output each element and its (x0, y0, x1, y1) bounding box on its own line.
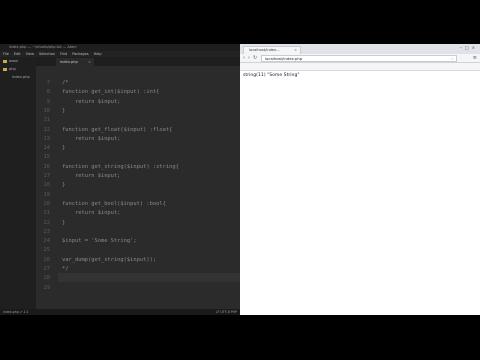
bookmarks-bar: AppsYouTubeGmailMy BookmarksFacebookTwit… (240, 63, 480, 71)
code-line: } (62, 107, 66, 114)
folder-icon (3, 67, 7, 71)
code-line: return $input; (62, 98, 121, 105)
address-bar[interactable]: localhost/index.php ☆ (261, 55, 457, 62)
browser-window: localhost/index... × –□× ‹ › ↻ localhost… (240, 44, 480, 315)
menu-item-packages[interactable]: Packages (72, 52, 88, 56)
line-number: 21 (43, 210, 51, 217)
line-number: 29 (43, 284, 51, 291)
status-cursor: 1:1 (23, 310, 29, 314)
close-tab-icon[interactable]: × (294, 47, 297, 54)
status-encoding: LF UTF-8 PHP (215, 310, 237, 314)
reload-icon[interactable]: ↻ (253, 55, 257, 62)
line-number: 22 (43, 219, 51, 226)
code-line: var_dump(get_string($input)); (62, 256, 157, 263)
code-line: return $input; (62, 173, 121, 179)
editor-titlebar: index.php — ~/vhosts/php-tut — Atom (0, 44, 240, 51)
forward-icon[interactable]: › (248, 55, 250, 62)
menu-item-find[interactable]: Find (60, 52, 67, 56)
tree-item-file[interactable]: index.php (0, 73, 36, 81)
check-icon: ✔ (19, 310, 23, 314)
line-number: 13 (43, 135, 51, 142)
code-line: function get_float($input) :float{ (62, 126, 173, 133)
code-editor-window: index.php — ~/vhosts/php-tut — Atom File… (0, 44, 240, 315)
line-number: 10 (43, 107, 51, 114)
maximize-icon[interactable]: □ (465, 45, 472, 50)
close-icon[interactable]: × (88, 58, 91, 66)
page-content: string(11) "Some String" (240, 71, 480, 315)
menu-item-help[interactable]: Help (94, 52, 102, 56)
code-line: $input = 'Some String'; (62, 238, 137, 245)
close-window-icon[interactable]: × (472, 45, 478, 50)
line-number: 20 (43, 200, 51, 207)
line-number: 14 (43, 145, 51, 152)
status-bar: index.php ✔ 1:1 LF UTF-8 PHP (0, 309, 240, 315)
code-line: function get_int($input) :int{ (62, 89, 160, 96)
line-number: 19 (43, 191, 51, 198)
line-number: 28 (43, 275, 51, 282)
editor-tabbar: index.php × (36, 57, 240, 66)
address-bar-url: localhost/index.php (265, 56, 303, 61)
code-line: } (62, 219, 66, 226)
menu-item-selection[interactable]: Selection (39, 52, 55, 56)
star-icon[interactable]: ☆ (451, 56, 454, 61)
line-number: 18 (43, 182, 51, 189)
line-number: 23 (43, 228, 51, 235)
editor-title: index.php — ~/vhosts/php-tut — Atom (9, 45, 77, 49)
current-line-highlight (58, 273, 240, 283)
browser-tabstrip: localhost/index... × –□× (240, 44, 480, 54)
browser-toolbar: ‹ › ↻ localhost/index.php ☆ ≡ (240, 54, 480, 63)
line-number: 27 (43, 266, 51, 272)
code-line: function get_bool($input) :bool{ (62, 200, 166, 207)
line-number: 17 (43, 173, 51, 179)
line-number: 11 (43, 117, 51, 124)
code-line: return $input; (62, 135, 121, 142)
back-icon[interactable]: ‹ (243, 55, 245, 62)
code-line: } (62, 145, 66, 152)
code-line: */ (62, 266, 69, 272)
line-number: 8 (46, 89, 50, 96)
tree-view: www php index.php (0, 57, 36, 309)
browser-tab-title: localhost/index... (249, 48, 280, 52)
menu-item-edit[interactable]: Edit (14, 52, 21, 56)
menu-item-view[interactable]: View (26, 52, 34, 56)
tab-index-php[interactable]: index.php × (56, 58, 94, 66)
browser-menu-icon[interactable]: ≡ (473, 55, 477, 62)
code-line: function get_string($input) :string{ (62, 163, 179, 170)
tree-item-root[interactable]: www (0, 57, 36, 65)
line-number: 7 (46, 80, 50, 86)
status-file: index.php (3, 310, 19, 314)
line-number: 26 (43, 256, 51, 263)
code-line: /* (62, 80, 69, 86)
line-number: 16 (43, 163, 51, 170)
menu-item-file[interactable]: File (3, 52, 9, 56)
line-number: 25 (43, 247, 51, 254)
tree-item-folder[interactable]: php (0, 65, 36, 73)
window-controls: –□× (460, 45, 478, 50)
code-line: return $input; (62, 210, 121, 217)
line-number: 9 (46, 98, 50, 105)
line-number: 12 (43, 126, 51, 133)
php-output: string(11) "Some String" (243, 73, 300, 78)
code-line: } (62, 182, 66, 189)
screen: index.php — ~/vhosts/php-tut — Atom File… (0, 44, 480, 315)
line-number: 15 (43, 154, 51, 161)
line-number: 24 (43, 238, 51, 245)
folder-icon (3, 59, 7, 63)
browser-tab[interactable]: localhost/index... × (243, 46, 301, 54)
